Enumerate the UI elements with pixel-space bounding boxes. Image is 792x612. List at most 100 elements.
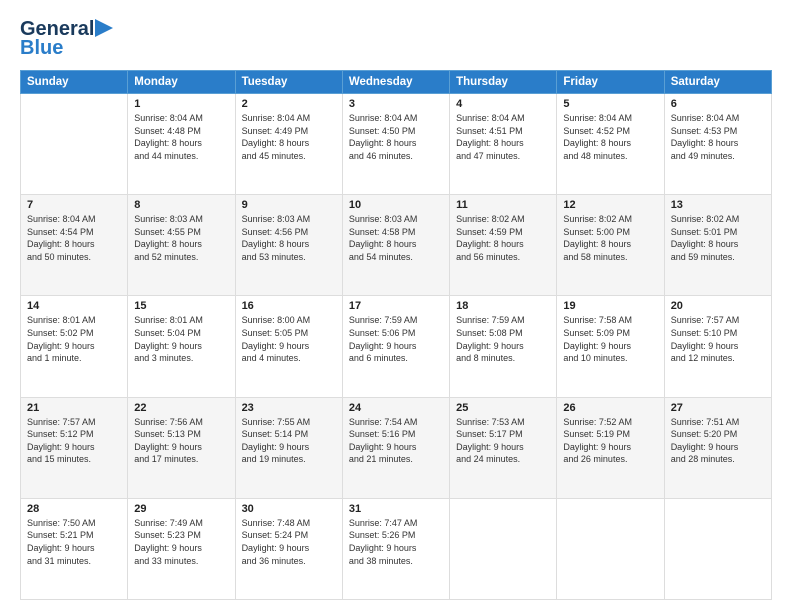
header-saturday: Saturday [664,71,771,94]
day-number: 19 [563,300,657,312]
day-info: Sunrise: 8:03 AM Sunset: 4:55 PM Dayligh… [134,213,228,263]
day-number: 18 [456,300,550,312]
day-info: Sunrise: 8:04 AM Sunset: 4:50 PM Dayligh… [349,112,443,162]
day-info: Sunrise: 8:04 AM Sunset: 4:48 PM Dayligh… [134,112,228,162]
calendar-cell: 6 Sunrise: 8:04 AM Sunset: 4:53 PM Daylig… [664,94,771,195]
logo-blue: Blue [20,37,63,60]
day-number: 20 [671,300,765,312]
calendar-cell: 27Sunrise: 7:51 AM Sunset: 5:20 PM Dayli… [664,397,771,498]
page: General Blue SundayMondayTuesdayWednesda… [0,0,792,612]
day-number: 4 [456,98,550,110]
day-info: Sunrise: 7:48 AM Sunset: 5:24 PM Dayligh… [242,517,336,567]
day-number: 11 [456,199,550,211]
day-number: 25 [456,402,550,414]
day-number: 8 [134,199,228,211]
calendar-cell: 28 Sunrise: 7:50 AM Sunset: 5:21 PM Dayli… [21,498,128,599]
calendar-cell: 13 Sunrise: 8:02 AM Sunset: 5:01 PM Dayli… [664,195,771,296]
calendar-cell: 7 Sunrise: 8:04 AM Sunset: 4:54 PM Daylig… [21,195,128,296]
day-info: Sunrise: 7:57 AM Sunset: 5:12 PM Dayligh… [27,416,121,466]
day-info: Sunrise: 7:55 AM Sunset: 5:14 PM Dayligh… [242,416,336,466]
day-number: 16 [242,300,336,312]
day-number: 28 [27,503,121,515]
day-info: Sunrise: 8:04 AM Sunset: 4:54 PM Dayligh… [27,213,121,263]
day-number: 23 [242,402,336,414]
day-info: Sunrise: 8:03 AM Sunset: 4:58 PM Dayligh… [349,213,443,263]
day-number: 30 [242,503,336,515]
day-number: 10 [349,199,443,211]
header-monday: Monday [128,71,235,94]
header-thursday: Thursday [450,71,557,94]
day-info: Sunrise: 8:04 AM Sunset: 4:53 PM Dayligh… [671,112,765,162]
calendar-cell [557,498,664,599]
calendar-week-row: 21 Sunrise: 7:57 AM Sunset: 5:12 PM Dayli… [21,397,772,498]
calendar-cell: 16 Sunrise: 8:00 AM Sunset: 5:05 PM Dayli… [235,296,342,397]
day-number: 5 [563,98,657,110]
day-number: 14 [27,300,121,312]
calendar-cell: 5 Sunrise: 8:04 AM Sunset: 4:52 PM Daylig… [557,94,664,195]
day-info: Sunrise: 7:53 AM Sunset: 5:17 PM Dayligh… [456,416,550,466]
day-number: 26 [563,402,657,414]
calendar-cell: 18Sunrise: 7:59 AM Sunset: 5:08 PM Dayli… [450,296,557,397]
day-info: Sunrise: 7:54 AM Sunset: 5:16 PM Dayligh… [349,416,443,466]
day-number: 21 [27,402,121,414]
calendar-cell: 26 Sunrise: 7:52 AM Sunset: 5:19 PM Dayli… [557,397,664,498]
day-number: 31 [349,503,443,515]
calendar-cell: 10 Sunrise: 8:03 AM Sunset: 4:58 PM Dayli… [342,195,449,296]
day-number: 15 [134,300,228,312]
day-info: Sunrise: 7:56 AM Sunset: 5:13 PM Dayligh… [134,416,228,466]
calendar-cell: 20Sunrise: 7:57 AM Sunset: 5:10 PM Dayli… [664,296,771,397]
day-info: Sunrise: 8:03 AM Sunset: 4:56 PM Dayligh… [242,213,336,263]
day-info: Sunrise: 8:01 AM Sunset: 5:04 PM Dayligh… [134,314,228,364]
calendar-cell [21,94,128,195]
calendar-cell: 21 Sunrise: 7:57 AM Sunset: 5:12 PM Dayli… [21,397,128,498]
calendar-cell: 3 Sunrise: 8:04 AM Sunset: 4:50 PM Daylig… [342,94,449,195]
day-number: 2 [242,98,336,110]
calendar-cell: 12Sunrise: 8:02 AM Sunset: 5:00 PM Dayli… [557,195,664,296]
calendar-cell: 8 Sunrise: 8:03 AM Sunset: 4:55 PM Daylig… [128,195,235,296]
day-info: Sunrise: 8:01 AM Sunset: 5:02 PM Dayligh… [27,314,121,364]
day-number: 29 [134,503,228,515]
calendar-cell: 14 Sunrise: 8:01 AM Sunset: 5:02 PM Dayli… [21,296,128,397]
calendar-cell: 24Sunrise: 7:54 AM Sunset: 5:16 PM Dayli… [342,397,449,498]
day-info: Sunrise: 7:51 AM Sunset: 5:20 PM Dayligh… [671,416,765,466]
calendar-cell: 29 Sunrise: 7:49 AM Sunset: 5:23 PM Dayli… [128,498,235,599]
calendar-cell: 23 Sunrise: 7:55 AM Sunset: 5:14 PM Dayli… [235,397,342,498]
header-friday: Friday [557,71,664,94]
day-info: Sunrise: 8:04 AM Sunset: 4:49 PM Dayligh… [242,112,336,162]
day-info: Sunrise: 8:02 AM Sunset: 5:01 PM Dayligh… [671,213,765,263]
day-number: 22 [134,402,228,414]
calendar-header-row: SundayMondayTuesdayWednesdayThursdayFrid… [21,71,772,94]
day-number: 17 [349,300,443,312]
calendar-cell: 22 Sunrise: 7:56 AM Sunset: 5:13 PM Dayli… [128,397,235,498]
day-info: Sunrise: 7:58 AM Sunset: 5:09 PM Dayligh… [563,314,657,364]
calendar-week-row: 7 Sunrise: 8:04 AM Sunset: 4:54 PM Daylig… [21,195,772,296]
calendar-week-row: 1 Sunrise: 8:04 AM Sunset: 4:48 PM Daylig… [21,94,772,195]
day-info: Sunrise: 7:49 AM Sunset: 5:23 PM Dayligh… [134,517,228,567]
header: General Blue [20,18,772,60]
day-number: 13 [671,199,765,211]
calendar-week-row: 28 Sunrise: 7:50 AM Sunset: 5:21 PM Dayli… [21,498,772,599]
calendar-cell [664,498,771,599]
day-info: Sunrise: 7:50 AM Sunset: 5:21 PM Dayligh… [27,517,121,567]
day-info: Sunrise: 8:04 AM Sunset: 4:52 PM Dayligh… [563,112,657,162]
day-number: 12 [563,199,657,211]
day-number: 7 [27,199,121,211]
day-info: Sunrise: 8:02 AM Sunset: 4:59 PM Dayligh… [456,213,550,263]
day-info: Sunrise: 8:00 AM Sunset: 5:05 PM Dayligh… [242,314,336,364]
day-number: 1 [134,98,228,110]
header-tuesday: Tuesday [235,71,342,94]
day-info: Sunrise: 8:04 AM Sunset: 4:51 PM Dayligh… [456,112,550,162]
day-number: 6 [671,98,765,110]
calendar-cell: 19 Sunrise: 7:58 AM Sunset: 5:09 PM Dayli… [557,296,664,397]
day-info: Sunrise: 7:52 AM Sunset: 5:19 PM Dayligh… [563,416,657,466]
calendar-cell: 15 Sunrise: 8:01 AM Sunset: 5:04 PM Dayli… [128,296,235,397]
calendar-cell: 30 Sunrise: 7:48 AM Sunset: 5:24 PM Dayli… [235,498,342,599]
calendar-cell [450,498,557,599]
day-number: 3 [349,98,443,110]
day-number: 9 [242,199,336,211]
logo: General Blue [20,18,113,60]
header-sunday: Sunday [21,71,128,94]
calendar-cell: 9 Sunrise: 8:03 AM Sunset: 4:56 PM Daylig… [235,195,342,296]
calendar-cell: 25 Sunrise: 7:53 AM Sunset: 5:17 PM Dayli… [450,397,557,498]
calendar-cell: 17Sunrise: 7:59 AM Sunset: 5:06 PM Dayli… [342,296,449,397]
